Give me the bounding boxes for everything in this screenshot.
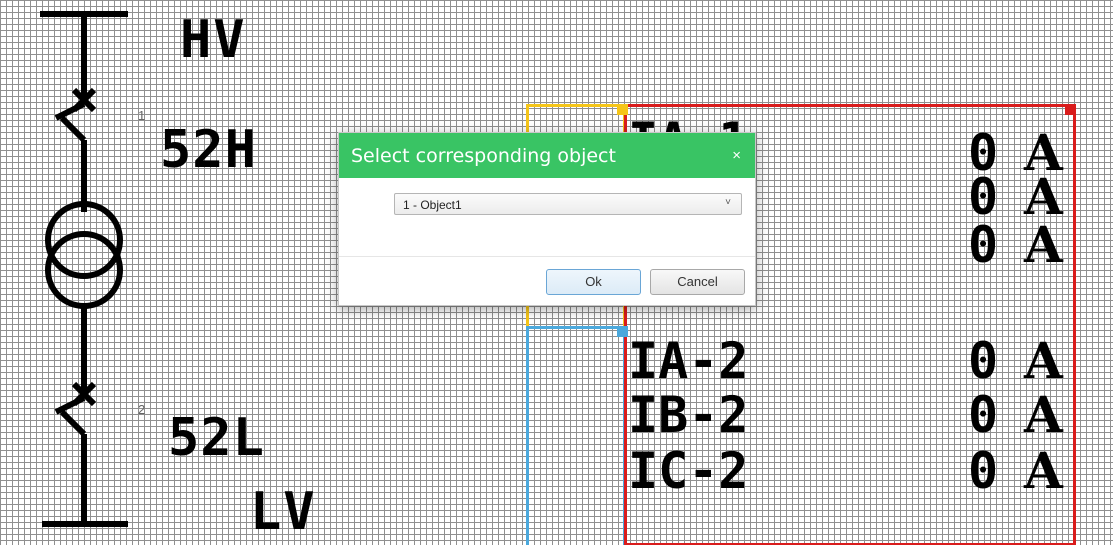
blue-resize-handle[interactable] bbox=[617, 326, 628, 337]
select-object-dialog: Select corresponding object × 1 - Object… bbox=[338, 132, 756, 306]
ok-button[interactable]: Ok bbox=[546, 269, 641, 295]
blue-selection-box[interactable] bbox=[526, 326, 626, 545]
breaker-hv-blade bbox=[54, 101, 86, 121]
transformer-winding-2 bbox=[45, 231, 123, 309]
chevron-down-icon: ˅ bbox=[725, 197, 731, 208]
hv-label: HV bbox=[180, 10, 247, 70]
close-icon[interactable]: × bbox=[732, 147, 741, 164]
transformer-winding-1 bbox=[45, 201, 123, 279]
breaker-hv-index: 1 bbox=[138, 108, 146, 123]
lv-label: LV bbox=[250, 482, 317, 542]
dialog-title: Select corresponding object bbox=[351, 145, 616, 167]
breaker-lv-contact bbox=[59, 409, 87, 437]
breaker-lv-label[interactable]: 52L bbox=[168, 412, 265, 464]
breaker-lv-blade bbox=[54, 395, 86, 415]
dialog-header: Select corresponding object × bbox=[339, 133, 755, 178]
red-resize-handle[interactable] bbox=[1065, 104, 1076, 115]
object-select-dropdown[interactable]: 1 - Object1 ˅ bbox=[394, 193, 742, 215]
object-select-value: 1 - Object1 bbox=[403, 198, 462, 212]
yellow-resize-handle[interactable] bbox=[617, 104, 628, 115]
breaker-hv-contact bbox=[59, 115, 87, 143]
breaker-lv-index: 2 bbox=[138, 402, 146, 417]
diagram-canvas[interactable]: HV 1 52H 2 52L LV IA-1 0 A 0 A 0 A IA-2 … bbox=[0, 0, 1113, 545]
dialog-divider bbox=[339, 256, 755, 257]
cancel-button[interactable]: Cancel bbox=[650, 269, 745, 295]
breaker-hv-label[interactable]: 52H bbox=[160, 124, 257, 176]
